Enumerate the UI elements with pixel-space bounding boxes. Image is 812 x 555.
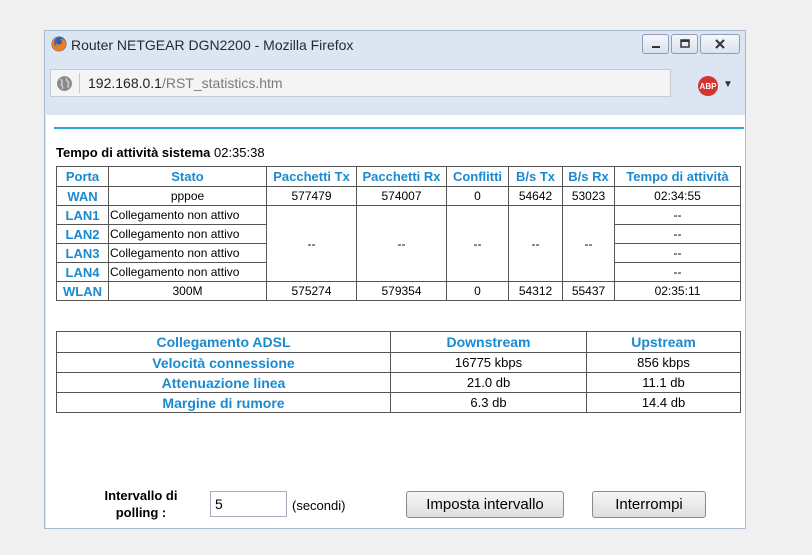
port-cell: LAN4 xyxy=(56,262,109,282)
polling-unit-label: (secondi) xyxy=(292,498,346,513)
upstream-cell: 11.1 db xyxy=(586,372,741,393)
column-header: Stato xyxy=(108,166,267,187)
rx-packets-cell: 579354 xyxy=(356,281,447,301)
row-label: Attenuazione linea xyxy=(56,372,391,393)
downstream-cell: 6.3 db xyxy=(390,392,587,413)
close-button[interactable] xyxy=(700,34,740,54)
system-uptime-value: 02:35:38 xyxy=(213,145,265,160)
column-header: Pacchetti Tx xyxy=(266,166,357,187)
port-cell: LAN1 xyxy=(56,205,109,225)
uptime-cell: -- xyxy=(614,224,741,244)
window-title: Router NETGEAR DGN2200 - Mozilla Firefox xyxy=(71,37,354,53)
set-interval-button[interactable]: Imposta intervallo xyxy=(406,491,564,518)
bps-tx-cell: 54642 xyxy=(508,186,563,206)
tx-packets-cell: -- xyxy=(266,205,357,282)
column-header: Upstream xyxy=(586,331,741,353)
rx-packets-cell: -- xyxy=(356,205,447,282)
browser-window: Router NETGEAR DGN2200 - Mozilla Firefox… xyxy=(44,30,746,529)
table-row: Attenuazione linea 21.0 db 11.1 db xyxy=(56,372,741,393)
status-cell: Collegamento non attivo xyxy=(108,243,267,263)
polling-label-line2: polling : xyxy=(115,505,167,520)
header-divider xyxy=(54,127,744,129)
url-separator xyxy=(79,73,80,93)
url-host: 192.168.0.1 xyxy=(88,75,162,91)
port-cell: WAN xyxy=(56,186,109,206)
close-icon xyxy=(715,39,725,49)
collisions-cell: 0 xyxy=(446,281,509,301)
collisions-cell: -- xyxy=(446,205,509,282)
column-header: Conflitti xyxy=(446,166,509,187)
port-cell: WLAN xyxy=(56,281,109,301)
bps-tx-cell: -- xyxy=(508,205,563,282)
uptime-cell: -- xyxy=(614,262,741,282)
collisions-cell: 0 xyxy=(446,186,509,206)
tx-packets-cell: 577479 xyxy=(266,186,357,206)
downstream-cell: 21.0 db xyxy=(390,372,587,393)
uptime-cell: 02:35:11 xyxy=(614,281,741,301)
upstream-cell: 856 kbps xyxy=(586,352,741,373)
column-header: Downstream xyxy=(390,331,587,353)
minimize-button[interactable] xyxy=(642,34,669,54)
column-header: Tempo di attività xyxy=(614,166,741,187)
uptime-cell: -- xyxy=(614,205,741,225)
stop-button[interactable]: Interrompi xyxy=(592,491,706,518)
url-path: /RST_statistics.htm xyxy=(161,75,283,91)
table-row: Velocità connessione 16775 kbps 856 kbps xyxy=(56,352,741,373)
status-cell: 300M xyxy=(108,281,267,301)
polling-label-line1: Intervallo di xyxy=(104,488,178,503)
globe-icon xyxy=(57,76,72,91)
rx-packets-cell: 574007 xyxy=(356,186,447,206)
firefox-icon xyxy=(51,36,67,52)
status-cell: pppoe xyxy=(108,186,267,206)
status-cell: Collegamento non attivo xyxy=(108,205,267,225)
url-text[interactable]: 192.168.0.1/RST_statistics.htm xyxy=(88,75,283,91)
upstream-cell: 14.4 db xyxy=(586,392,741,413)
adblock-dropdown-icon[interactable]: ▼ xyxy=(723,79,733,90)
minimize-icon xyxy=(651,46,660,48)
table-header-row: Porta Stato Pacchetti Tx Pacchetti Rx Co… xyxy=(56,166,741,187)
bps-rx-cell: 55437 xyxy=(562,281,615,301)
column-header: B/s Rx xyxy=(562,166,615,187)
table-row-wlan: WLAN 300M 575274 579354 0 54312 55437 02… xyxy=(56,281,741,301)
row-label: Margine di rumore xyxy=(56,392,391,413)
downstream-cell: 16775 kbps xyxy=(390,352,587,373)
column-header: Collegamento ADSL xyxy=(56,331,391,353)
bps-rx-cell: 53023 xyxy=(562,186,615,206)
column-header: B/s Tx xyxy=(508,166,563,187)
table-row: Margine di rumore 6.3 db 14.4 db xyxy=(56,392,741,413)
row-label: Velocità connessione xyxy=(56,352,391,373)
uptime-cell: 02:34:55 xyxy=(614,186,741,206)
adsl-table: Collegamento ADSL Downstream Upstream Ve… xyxy=(56,331,741,413)
port-statistics-table: Porta Stato Pacchetti Tx Pacchetti Rx Co… xyxy=(56,166,741,301)
polling-interval-label: Intervallo di polling : xyxy=(96,487,186,521)
maximize-icon xyxy=(679,39,690,48)
bps-rx-cell: -- xyxy=(562,205,615,282)
address-bar[interactable]: 192.168.0.1/RST_statistics.htm xyxy=(50,69,671,97)
table-header-row: Collegamento ADSL Downstream Upstream xyxy=(56,331,741,353)
status-cell: Collegamento non attivo xyxy=(108,262,267,282)
port-cell: LAN3 xyxy=(56,243,109,263)
tx-packets-cell: 575274 xyxy=(266,281,357,301)
system-uptime-label: Tempo di attività sistema xyxy=(56,145,211,160)
status-cell: Collegamento non attivo xyxy=(108,224,267,244)
uptime-cell: -- xyxy=(614,243,741,263)
adblock-icon[interactable]: ABP xyxy=(698,76,718,96)
column-header: Porta xyxy=(56,166,109,187)
table-row-lan1: LAN1 Collegamento non attivo -- -- -- --… xyxy=(56,205,741,282)
page-content: Tempo di attività sistema 02:35:38 Porta… xyxy=(46,115,745,528)
title-bar: Router NETGEAR DGN2200 - Mozilla Firefox xyxy=(45,31,745,63)
system-uptime: Tempo di attività sistema 02:35:38 xyxy=(56,145,265,160)
bps-tx-cell: 54312 xyxy=(508,281,563,301)
column-header: Pacchetti Rx xyxy=(356,166,447,187)
table-row-wan: WAN pppoe 577479 574007 0 54642 53023 02… xyxy=(56,186,741,206)
polling-interval-input[interactable] xyxy=(210,491,287,517)
port-cell: LAN2 xyxy=(56,224,109,244)
maximize-button[interactable] xyxy=(671,34,698,54)
window-controls xyxy=(642,34,740,54)
